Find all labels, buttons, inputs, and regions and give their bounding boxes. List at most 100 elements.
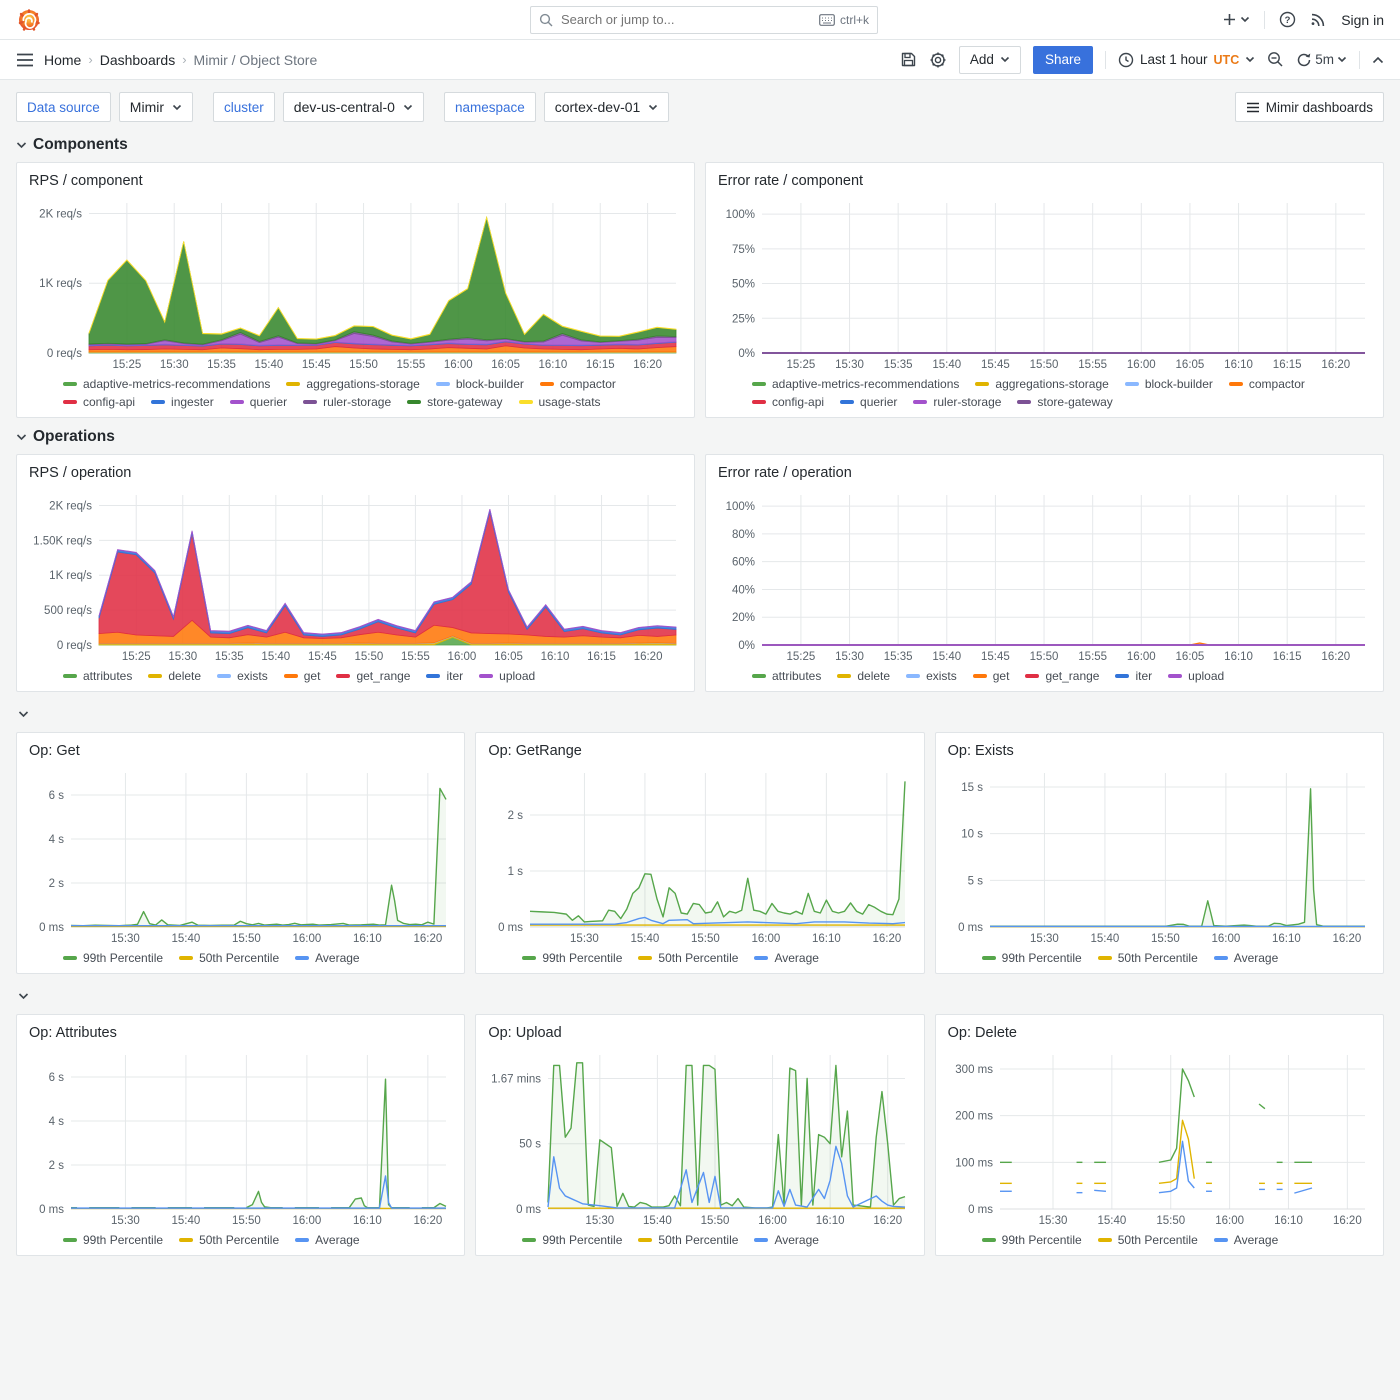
- namespace-label[interactable]: namespace: [444, 92, 536, 122]
- legend-item[interactable]: adaptive-metrics-recommendations: [63, 377, 270, 391]
- legend-item[interactable]: 99th Percentile: [982, 1233, 1082, 1247]
- help-button[interactable]: ?: [1279, 11, 1296, 28]
- legend-item[interactable]: 50th Percentile: [638, 951, 738, 965]
- save-dashboard-button[interactable]: [900, 51, 917, 68]
- time-range-picker[interactable]: Last 1 hour UTC: [1118, 52, 1255, 68]
- legend-item[interactable]: Average: [754, 951, 818, 965]
- panel-title[interactable]: Op: GetRange: [486, 739, 913, 765]
- legend-item[interactable]: 99th Percentile: [63, 951, 163, 965]
- legend-item[interactable]: iter: [1115, 669, 1152, 683]
- datasource-label[interactable]: Data source: [16, 92, 111, 122]
- cluster-picker[interactable]: dev-us-central-0: [283, 92, 424, 122]
- legend-item[interactable]: 99th Percentile: [63, 1233, 163, 1247]
- legend-item[interactable]: block-builder: [436, 377, 524, 391]
- legend-item[interactable]: get: [284, 669, 321, 683]
- sign-in-link[interactable]: Sign in: [1341, 12, 1384, 28]
- legend-item[interactable]: Average: [1214, 1233, 1278, 1247]
- section-components[interactable]: Components: [16, 136, 1384, 154]
- legend-item[interactable]: get_range: [1025, 669, 1099, 683]
- share-button[interactable]: Share: [1033, 46, 1093, 74]
- collapse-toolbar-button[interactable]: [1372, 56, 1384, 64]
- legend-item[interactable]: config-api: [752, 395, 824, 409]
- panel-title[interactable]: RPS / operation: [27, 461, 684, 487]
- legend-item[interactable]: adaptive-metrics-recommendations: [752, 377, 959, 391]
- chart-error-rate-component[interactable]: 15:2515:3015:3515:4015:4515:5015:5516:00…: [716, 195, 1373, 373]
- legend-item[interactable]: upload: [1168, 669, 1224, 683]
- legend-item[interactable]: 50th Percentile: [179, 1233, 279, 1247]
- search-input[interactable]: ctrl+k: [530, 6, 878, 34]
- legend-item[interactable]: Average: [1214, 951, 1278, 965]
- namespace-picker[interactable]: cortex-dev-01: [544, 92, 670, 122]
- panel-title[interactable]: Op: Upload: [486, 1021, 913, 1047]
- row-collapse-toggle[interactable]: [18, 702, 1384, 726]
- mimir-dashboards-button[interactable]: Mimir dashboards: [1235, 92, 1384, 122]
- breadcrumb-dashboards[interactable]: Dashboards: [100, 52, 176, 68]
- legend-item[interactable]: store-gateway: [1017, 395, 1112, 409]
- legend-item[interactable]: upload: [479, 669, 535, 683]
- legend-item[interactable]: block-builder: [1125, 377, 1213, 391]
- panel-title[interactable]: Error rate / operation: [716, 461, 1373, 487]
- add-panel-button[interactable]: Add: [959, 46, 1021, 74]
- panel-title[interactable]: Op: Attributes: [27, 1021, 454, 1047]
- legend-item[interactable]: compactor: [1229, 377, 1305, 391]
- section-operations[interactable]: Operations: [16, 428, 1384, 446]
- cluster-label[interactable]: cluster: [213, 92, 275, 122]
- legend-item[interactable]: querier: [230, 395, 287, 409]
- legend-item[interactable]: 50th Percentile: [1098, 951, 1198, 965]
- legend-item[interactable]: querier: [840, 395, 897, 409]
- menu-toggle-button[interactable]: [16, 53, 34, 67]
- legend-item[interactable]: Average: [295, 951, 359, 965]
- legend-item[interactable]: attributes: [63, 669, 132, 683]
- legend-item[interactable]: get_range: [336, 669, 410, 683]
- legend-item[interactable]: aggregations-storage: [975, 377, 1108, 391]
- dashboard-settings-button[interactable]: [929, 51, 947, 69]
- chart-op-get[interactable]: 15:3015:4015:5016:0016:1016:200 ms2 s4 s…: [27, 765, 454, 947]
- legend-item[interactable]: ingester: [151, 395, 214, 409]
- legend-item[interactable]: attributes: [752, 669, 821, 683]
- legend-item[interactable]: 50th Percentile: [1098, 1233, 1198, 1247]
- panel-title[interactable]: Op: Exists: [946, 739, 1373, 765]
- legend-item[interactable]: exists: [217, 669, 268, 683]
- panel-title[interactable]: RPS / component: [27, 169, 684, 195]
- grafana-logo[interactable]: [16, 7, 42, 33]
- breadcrumb-home[interactable]: Home: [44, 52, 81, 68]
- chart-op-upload[interactable]: 15:3015:4015:5016:0016:1016:200 ms50 s1.…: [486, 1047, 913, 1229]
- legend-item[interactable]: aggregations-storage: [286, 377, 419, 391]
- legend-item[interactable]: 50th Percentile: [638, 1233, 738, 1247]
- new-button[interactable]: [1222, 12, 1250, 27]
- panel-title[interactable]: Op: Delete: [946, 1021, 1373, 1047]
- legend-item[interactable]: get: [973, 669, 1010, 683]
- legend-item[interactable]: compactor: [540, 377, 616, 391]
- legend-item[interactable]: ruler-storage: [913, 395, 1001, 409]
- legend-item[interactable]: usage-stats: [519, 395, 601, 409]
- chart-rps-operation[interactable]: 15:2515:3015:3515:4015:4515:5015:5516:00…: [27, 487, 684, 665]
- chart-op-delete[interactable]: 15:3015:4015:5016:0016:1016:200 ms100 ms…: [946, 1047, 1373, 1229]
- legend-item[interactable]: 99th Percentile: [982, 951, 1082, 965]
- legend-item[interactable]: ruler-storage: [303, 395, 391, 409]
- svg-text:20%: 20%: [732, 612, 755, 624]
- refresh-button[interactable]: 5m: [1296, 52, 1347, 68]
- legend-item[interactable]: 50th Percentile: [179, 951, 279, 965]
- legend-item[interactable]: config-api: [63, 395, 135, 409]
- zoom-out-time-button[interactable]: [1267, 51, 1284, 68]
- chart-op-getrange[interactable]: 15:3015:4015:5016:0016:1016:200 ms1 s2 s: [486, 765, 913, 947]
- panel-title[interactable]: Op: Get: [27, 739, 454, 765]
- search-field[interactable]: [561, 12, 811, 27]
- datasource-picker[interactable]: Mimir: [119, 92, 193, 122]
- legend-item[interactable]: delete: [837, 669, 890, 683]
- legend-item[interactable]: iter: [426, 669, 463, 683]
- legend-item[interactable]: store-gateway: [407, 395, 502, 409]
- chart-op-attributes[interactable]: 15:3015:4015:5016:0016:1016:200 ms2 s4 s…: [27, 1047, 454, 1229]
- panel-title[interactable]: Error rate / component: [716, 169, 1373, 195]
- legend-item[interactable]: 99th Percentile: [522, 951, 622, 965]
- chart-error-rate-operation[interactable]: 15:2515:3015:3515:4015:4515:5015:5516:00…: [716, 487, 1373, 665]
- row-collapse-toggle[interactable]: [18, 984, 1384, 1008]
- legend-item[interactable]: delete: [148, 669, 201, 683]
- legend-item[interactable]: 99th Percentile: [522, 1233, 622, 1247]
- legend-item[interactable]: exists: [906, 669, 957, 683]
- chart-op-exists[interactable]: 15:3015:4015:5016:0016:1016:200 ms5 s10 …: [946, 765, 1373, 947]
- legend-item[interactable]: Average: [295, 1233, 359, 1247]
- legend-item[interactable]: Average: [754, 1233, 818, 1247]
- chart-rps-component[interactable]: 15:2515:3015:3515:4015:4515:5015:5516:00…: [27, 195, 684, 373]
- news-button[interactable]: [1310, 11, 1327, 28]
